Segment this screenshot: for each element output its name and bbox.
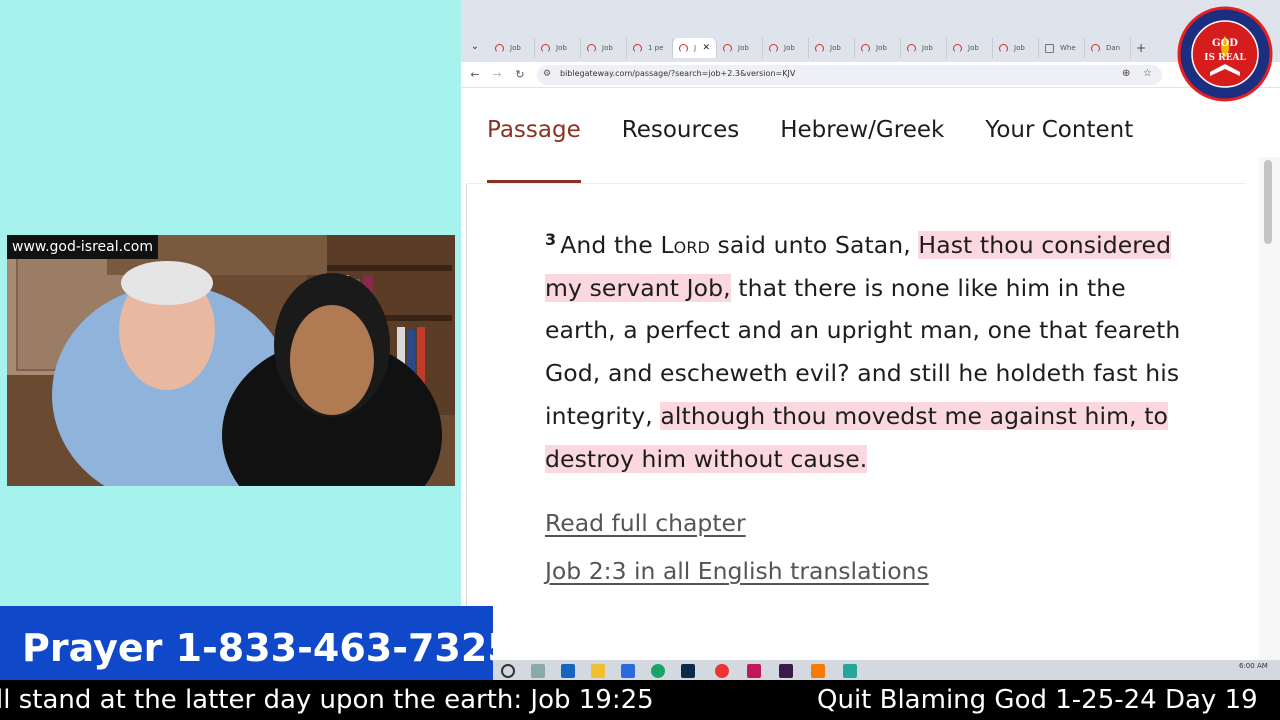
browser-tab[interactable]: Dan [1085,38,1131,58]
dreamweaver-icon[interactable] [779,664,793,678]
biblegateway-icon [679,43,688,53]
tab-hebrew-greek[interactable]: Hebrew/Greek [780,117,944,183]
read-full-chapter-link[interactable]: Read full chapter [545,509,746,537]
tab-title: Job [1014,44,1025,52]
tab-title: J [694,44,697,52]
browser-toolbar: ← → ↻ ⚙ biblegateway.com/passage/?search… [461,62,1280,88]
back-arrow-icon[interactable]: ← [467,67,483,83]
tab-title: Dan [1106,44,1121,52]
biblegateway-icon [815,43,824,53]
verse-text-part: And the [560,231,661,259]
tab-title: Whe [1060,44,1076,52]
prayer-line-banner: Prayer 1-833-463-7325 [0,606,514,690]
windows-taskbar: 6:00 AM [493,660,1280,682]
site-info-icon[interactable]: ⚙ [543,69,551,79]
biblegateway-icon [723,43,732,53]
tab-resources[interactable]: Resources [622,117,739,183]
tab-title: Job [784,44,795,52]
browser-tab[interactable]: J ✕ [673,38,717,58]
bible-passage-page: Passage Resources Hebrew/Greek Your Cont… [461,89,1261,662]
biblegateway-icon [861,43,870,53]
tab-strip: ⌄ Job Job Job 1 pe J ✕ Job Job Job Job Job Job Job Wh… [461,0,1280,62]
bookmark-star-icon[interactable]: ☆ [1143,68,1152,79]
task-view-icon[interactable] [531,664,545,678]
browser-tab[interactable]: Job [581,38,627,58]
browser-tab[interactable]: Job [947,38,993,58]
passage-nav-tabs: Passage Resources Hebrew/Greek Your Cont… [487,117,1133,183]
webcam-url-label: www.god-isreal.com [7,235,158,259]
tab-title: Job [556,44,567,52]
address-bar[interactable]: ⚙ biblegateway.com/passage/?search=job+2… [537,65,1162,85]
browser-tab[interactable]: Job [993,38,1039,58]
browser-tab[interactable]: Job [763,38,809,58]
taskbar-clock[interactable]: 6:00 AM [1239,662,1268,670]
biblegateway-icon [587,43,596,53]
browser-window: ⌄ Job Job Job 1 pe J ✕ Job Job Job Job Job Job Job Wh… [461,0,1280,662]
lord-small-caps: Lord [660,231,710,259]
biblegateway-icon [953,43,962,53]
verse-text-part: said unto Satan, [709,231,919,259]
browser-tab[interactable]: Job [855,38,901,58]
tab-list: Job Job Job 1 pe J ✕ Job Job Job Job Job Job Job Whe D… [489,38,1151,58]
biblegateway-icon [769,43,778,53]
all-translations-link[interactable]: Job 2:3 in all English translations [545,557,929,585]
ticker-scripture-text: ll stand at the latter day upon the eart… [0,685,654,715]
biblegateway-icon [999,43,1008,53]
reload-icon[interactable]: ↻ [512,67,528,83]
scrolling-ticker: ll stand at the latter day upon the eart… [0,680,1280,720]
logo-text-top: GOD [1212,38,1238,49]
tabs-divider [466,183,1246,184]
logo-text-bottom: IS REAL [1204,53,1246,63]
tab-title: Job [830,44,841,52]
tab-title: Job [876,44,887,52]
biblegateway-icon [633,43,642,53]
browser-tab[interactable]: 1 pe [627,38,673,58]
tab-search-dropdown-icon[interactable]: ⌄ [467,41,483,55]
close-tab-icon[interactable]: ✕ [702,43,710,53]
browser-tab[interactable]: Job [901,38,947,58]
browser-tab[interactable]: Job [489,38,535,58]
new-tab-button[interactable]: + [1131,38,1151,58]
photoshop-icon[interactable] [681,664,695,678]
browser-tab[interactable]: Whe [1039,38,1085,58]
god-is-real-logo: GOD IS REAL [1177,6,1273,102]
biblegateway-icon [1091,43,1100,53]
tab-title: 1 pe [648,44,664,52]
tab-title: Job [738,44,749,52]
browser-tab[interactable]: Job [535,38,581,58]
content-left-border [466,184,467,662]
scrollbar-thumb[interactable] [1264,160,1272,244]
tab-passage[interactable]: Passage [487,117,581,183]
indesign-icon[interactable] [747,664,761,678]
document-icon [1045,43,1054,53]
app-icon[interactable] [811,664,825,678]
verse-text: 3 And the Lord said unto Satan, Hast thou… [545,219,1195,480]
url-text[interactable]: biblegateway.com/passage/?search=job+2.3… [560,69,795,78]
mail-icon[interactable] [561,664,575,678]
webcam-video [7,235,455,486]
chrome-icon[interactable] [715,664,729,678]
biblegateway-icon [495,43,504,53]
file-explorer-icon[interactable] [591,664,605,678]
browser-tab[interactable]: Job [809,38,855,58]
biblegateway-icon [541,43,550,53]
app-icon[interactable] [843,664,857,678]
tab-your-content[interactable]: Your Content [985,117,1133,183]
tab-title: Job [968,44,979,52]
tab-title: Job [510,44,521,52]
ticker-episode-title: Quit Blaming God 1-25-24 Day 19 [817,685,1258,715]
tab-title: Job [922,44,933,52]
verse-number: 3 [545,230,557,249]
biblegateway-icon [907,43,916,53]
page-scrollbar[interactable] [1259,157,1280,662]
tab-title: Job [602,44,613,52]
zoom-icon[interactable]: ⊕ [1122,68,1130,79]
browser-tab[interactable]: Job [717,38,763,58]
store-icon[interactable] [621,664,635,678]
forward-arrow-icon[interactable]: → [489,67,505,83]
search-icon[interactable] [501,664,515,678]
edge-icon[interactable] [651,664,665,678]
